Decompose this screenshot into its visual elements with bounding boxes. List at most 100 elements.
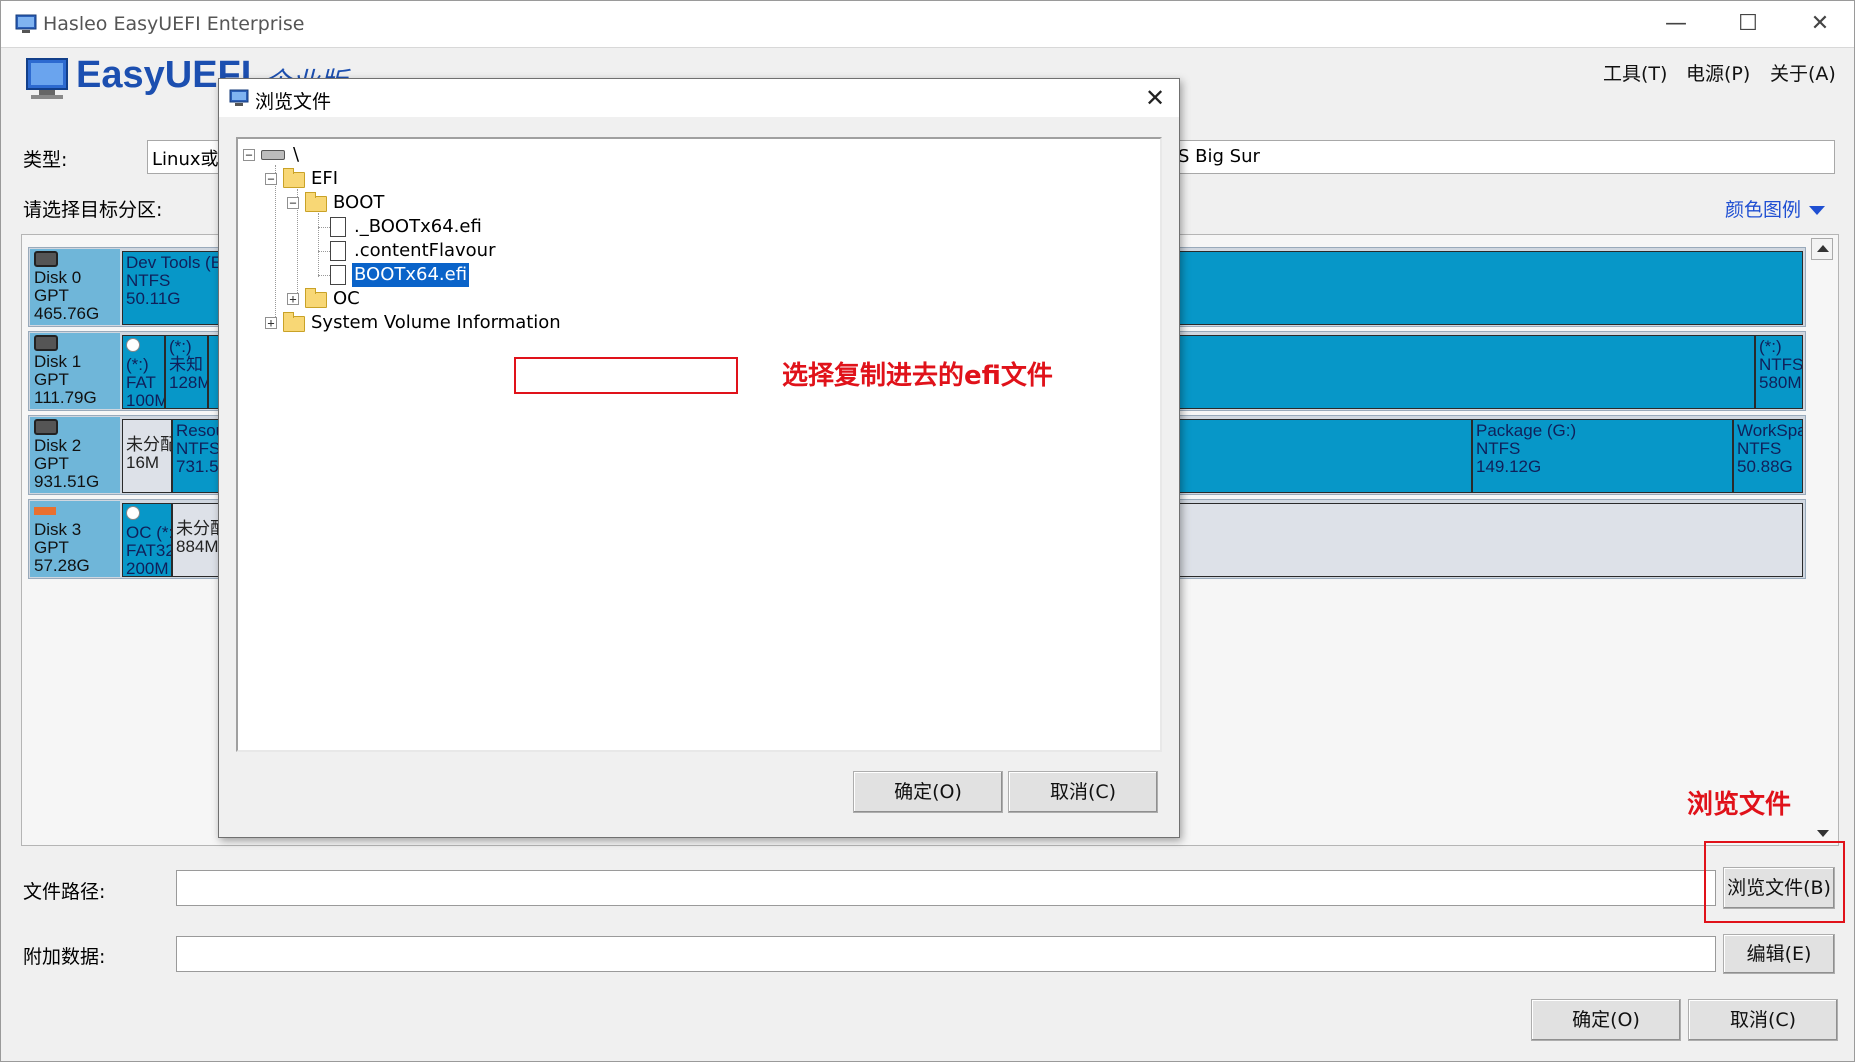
partition-fs: 未知 xyxy=(169,355,203,374)
tree-label: OC xyxy=(333,288,360,309)
partition-size: 200M xyxy=(126,559,169,577)
ok-button[interactable]: 确定(O) xyxy=(1531,999,1681,1041)
disk-size: 57.28G xyxy=(34,556,90,575)
expand-icon[interactable]: + xyxy=(265,317,277,329)
collapse-icon[interactable]: − xyxy=(243,149,255,161)
disk-info[interactable]: Disk 2 GPT 931.51G xyxy=(30,417,120,493)
browse-annotation-text: 浏览文件 xyxy=(1687,790,1792,820)
color-legend-link[interactable]: 颜色图例 xyxy=(1725,195,1826,222)
partition[interactable]: WorkSpace NTFS 50.88G xyxy=(1733,419,1803,493)
hard-disk-icon xyxy=(34,251,58,267)
disk-name: Disk 1 xyxy=(34,352,82,371)
menu-power[interactable]: 电源(P) xyxy=(1686,59,1750,86)
app-icon xyxy=(15,14,37,33)
file-tree: − \ − EFI − BOOT ._BOOTx64.efi .contentF… xyxy=(236,137,1162,752)
menu-tools[interactable]: 工具(T) xyxy=(1603,59,1667,86)
tree-label: EFI xyxy=(311,168,339,189)
window-title: Hasleo EasyUEFI Enterprise xyxy=(43,13,305,35)
disk-style: GPT xyxy=(34,538,69,557)
cancel-button[interactable]: 取消(C) xyxy=(1688,999,1838,1041)
partition-size: 100M xyxy=(126,391,165,409)
dialog-close-button[interactable]: ✕ xyxy=(1137,81,1173,115)
tree-label: BOOTx64.efi xyxy=(350,262,471,288)
partition-fs: FAT xyxy=(126,373,156,392)
collapse-icon[interactable]: − xyxy=(287,197,299,209)
partition-label: 未分配 xyxy=(126,435,172,454)
partition-fs: NTFS xyxy=(1476,439,1521,458)
partition-label: (*:) xyxy=(126,355,149,374)
expand-icon[interactable]: + xyxy=(287,293,299,305)
edit-button[interactable]: 编辑(E) xyxy=(1723,934,1835,974)
dialog-ok-button[interactable]: 确定(O) xyxy=(853,771,1003,813)
extra-data-label: 附加数据: xyxy=(23,946,106,968)
file-path-label: 文件路径: xyxy=(23,881,106,903)
disk-size: 465.76G xyxy=(34,304,100,323)
dialog-title-bar: 浏览文件 ✕ xyxy=(219,79,1179,117)
partition[interactable]: Package (G:) NTFS 149.12G xyxy=(1472,419,1733,493)
partition-unallocated[interactable]: 未分配 16M xyxy=(122,419,172,493)
hard-disk-icon xyxy=(34,419,58,435)
folder-icon xyxy=(305,192,327,212)
menu-about[interactable]: 关于(A) xyxy=(1770,59,1836,86)
partition-label: (*:) xyxy=(1759,337,1782,356)
minimize-button[interactable]: — xyxy=(1641,1,1711,47)
usb-drive-icon xyxy=(34,507,56,515)
collapse-icon[interactable]: − xyxy=(265,173,277,185)
disk-size: 931.51G xyxy=(34,472,100,491)
tree-label: BOOT xyxy=(333,192,385,213)
radio-icon xyxy=(126,338,140,352)
tree-label: .contentFlavour xyxy=(354,240,496,261)
disk-info[interactable]: Disk 0 GPT 465.76G xyxy=(30,249,120,325)
folder-icon xyxy=(283,312,305,332)
partition[interactable]: (*:) FAT 100M xyxy=(122,335,165,409)
partition-fs: NTFS xyxy=(1759,355,1803,374)
file-annotation-box xyxy=(514,357,738,394)
title-bar: Hasleo EasyUEFI Enterprise — ☐ ✕ xyxy=(1,1,1854,48)
disk-size: 111.79G xyxy=(34,388,97,407)
browse-annotation-box xyxy=(1704,841,1845,923)
partition-size: 580M xyxy=(1759,373,1802,392)
partition-size: 50.88G xyxy=(1737,457,1793,476)
folder-icon xyxy=(283,168,305,188)
tree-connector xyxy=(318,251,330,252)
extra-data-input[interactable] xyxy=(176,936,1716,972)
disk-info[interactable]: Disk 1 GPT 111.79G xyxy=(30,333,120,409)
file-icon xyxy=(330,241,346,261)
tree-connector xyxy=(318,213,319,277)
partition[interactable]: (*:) 未知 128M xyxy=(165,335,208,409)
disk-name: Disk 3 xyxy=(34,520,82,539)
close-button[interactable]: ✕ xyxy=(1785,1,1855,47)
partition[interactable]: OC (*: FAT32 200M xyxy=(122,503,172,577)
disk-style: GPT xyxy=(34,370,69,389)
color-legend-label: 颜色图例 xyxy=(1725,199,1802,221)
drive-icon xyxy=(261,150,285,160)
partition-fs: NTFS xyxy=(1737,439,1782,458)
maximize-button[interactable]: ☐ xyxy=(1713,1,1783,47)
partition-label: (*:) xyxy=(169,337,192,356)
partition-label: WorkSpace xyxy=(1737,421,1802,440)
file-annotation-text: 选择复制进去的efi文件 xyxy=(782,361,1053,391)
scroll-up-button[interactable] xyxy=(1811,238,1833,260)
tree-connector xyxy=(318,275,330,276)
app-icon xyxy=(229,89,249,106)
tree-label: System Volume Information xyxy=(311,312,561,333)
file-icon xyxy=(330,217,346,237)
tree-connector xyxy=(275,165,276,325)
chevron-down-icon xyxy=(1809,206,1826,215)
file-path-input[interactable] xyxy=(176,870,1716,906)
dialog-cancel-button[interactable]: 取消(C) xyxy=(1008,771,1158,813)
partition-label: Package (G:) xyxy=(1476,421,1577,440)
disk-info[interactable]: Disk 3 GPT 57.28G xyxy=(30,501,120,577)
disk-style: GPT xyxy=(34,286,69,305)
tree-connector xyxy=(318,227,330,228)
type-label: 类型: xyxy=(23,149,68,171)
hard-disk-icon xyxy=(34,335,58,351)
disk-name: Disk 0 xyxy=(34,268,82,287)
tree-label: ._BOOTx64.efi xyxy=(354,216,482,237)
tree-label: \ xyxy=(293,144,300,165)
easyuefi-logo-icon xyxy=(26,58,68,99)
partition[interactable]: (*:) NTFS 580M xyxy=(1755,335,1803,409)
partition-size: 128M xyxy=(169,373,208,392)
partition-size: 149.12G xyxy=(1476,457,1542,476)
partition-fs: FAT32 xyxy=(126,541,172,560)
